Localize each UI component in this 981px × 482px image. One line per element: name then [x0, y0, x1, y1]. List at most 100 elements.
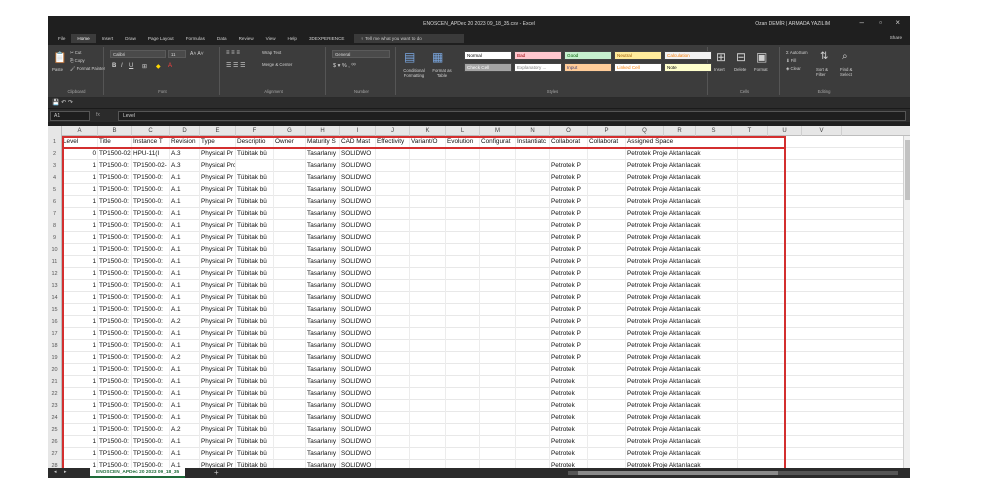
- table-cell[interactable]: [410, 412, 446, 424]
- column-header-u[interactable]: U: [768, 126, 802, 136]
- table-cell[interactable]: Tasarlanıy: [306, 220, 340, 232]
- cell-style-calculation[interactable]: Calculation: [664, 51, 712, 60]
- table-cell[interactable]: A.1: [170, 184, 200, 196]
- table-cell[interactable]: TP1500-0:: [98, 364, 132, 376]
- table-cell[interactable]: A.1: [170, 460, 200, 468]
- table-cell[interactable]: SOLIDWO: [340, 220, 376, 232]
- table-cell[interactable]: Physical Pr: [200, 328, 236, 340]
- table-cell[interactable]: [446, 220, 480, 232]
- table-cell[interactable]: TP1500-0:: [132, 292, 170, 304]
- column-header-p[interactable]: P: [588, 126, 626, 136]
- tab-3dexperience[interactable]: 3DEXPERIENCE: [303, 34, 351, 43]
- table-cell[interactable]: [480, 412, 516, 424]
- table-cell[interactable]: [274, 424, 306, 436]
- table-cell[interactable]: SOLIDWO: [340, 400, 376, 412]
- table-cell[interactable]: [588, 160, 626, 172]
- format-cells-icon[interactable]: ▣: [756, 50, 767, 64]
- table-cell[interactable]: TP1500-0:: [132, 268, 170, 280]
- table-cell[interactable]: Petrotek Proje Aktarılacak: [626, 316, 738, 328]
- table-cell[interactable]: SOLIDWO: [340, 196, 376, 208]
- table-cell[interactable]: [274, 208, 306, 220]
- insert-cells-button[interactable]: Insert: [714, 67, 725, 72]
- row-header[interactable]: 25: [48, 424, 62, 436]
- table-cell[interactable]: Physical Pr: [200, 208, 236, 220]
- table-cell[interactable]: TP1500-0:: [132, 244, 170, 256]
- table-cell[interactable]: Petrotek Proje Aktarılacak: [626, 280, 738, 292]
- cell-style-note[interactable]: Note: [664, 63, 712, 72]
- table-cell[interactable]: A.1: [170, 208, 200, 220]
- table-cell[interactable]: Petrotek Proje Aktarılacak: [626, 244, 738, 256]
- row-header[interactable]: 14: [48, 292, 62, 304]
- table-cell[interactable]: Physical Pr: [200, 352, 236, 364]
- table-cell[interactable]: [480, 424, 516, 436]
- table-cell[interactable]: [480, 376, 516, 388]
- table-cell[interactable]: [516, 184, 550, 196]
- table-cell[interactable]: Tübitak bü: [236, 292, 274, 304]
- table-cell[interactable]: A.1: [170, 220, 200, 232]
- table-cell[interactable]: Petrotek Proje Aktarılacak: [626, 304, 738, 316]
- table-cell[interactable]: Tasarlanıy: [306, 448, 340, 460]
- fx-icon[interactable]: fx: [96, 112, 100, 118]
- header-cell[interactable]: Descriptio: [236, 136, 274, 148]
- table-cell[interactable]: [376, 304, 410, 316]
- table-cell[interactable]: [588, 280, 626, 292]
- table-cell[interactable]: [410, 388, 446, 400]
- table-cell[interactable]: [588, 304, 626, 316]
- horizontal-scrollbar[interactable]: [568, 471, 898, 475]
- table-cell[interactable]: Physical Pr: [200, 448, 236, 460]
- table-cell[interactable]: [550, 148, 588, 160]
- row-header[interactable]: 3: [48, 160, 62, 172]
- search-icon[interactable]: ⌕: [842, 51, 848, 62]
- table-cell[interactable]: [410, 340, 446, 352]
- table-cell[interactable]: 1: [62, 328, 98, 340]
- table-cell[interactable]: SOLIDWO: [340, 292, 376, 304]
- header-cell[interactable]: Owner: [274, 136, 306, 148]
- table-cell[interactable]: 1: [62, 316, 98, 328]
- table-cell[interactable]: [410, 400, 446, 412]
- table-cell[interactable]: [588, 244, 626, 256]
- table-cell[interactable]: [588, 436, 626, 448]
- table-cell[interactable]: [516, 424, 550, 436]
- table-cell[interactable]: TP1500-0:: [98, 388, 132, 400]
- table-cell[interactable]: Physical Pr: [200, 232, 236, 244]
- table-cell[interactable]: Petrotek P: [550, 232, 588, 244]
- table-cell[interactable]: 1: [62, 304, 98, 316]
- table-cell[interactable]: A.2: [170, 316, 200, 328]
- table-cell[interactable]: [446, 316, 480, 328]
- table-cell[interactable]: 1: [62, 460, 98, 468]
- table-cell[interactable]: [480, 460, 516, 468]
- table-cell[interactable]: Tasarlanıy: [306, 460, 340, 468]
- table-cell[interactable]: TP1500-0:: [132, 208, 170, 220]
- table-cell[interactable]: [516, 460, 550, 468]
- table-cell[interactable]: [516, 304, 550, 316]
- table-cell[interactable]: Petrotek Proje Aktarılacak: [626, 424, 738, 436]
- row-header[interactable]: 28: [48, 460, 62, 468]
- cell-style-normal[interactable]: Normal: [464, 51, 512, 60]
- table-cell[interactable]: SOLIDWO: [340, 424, 376, 436]
- table-cell[interactable]: [480, 172, 516, 184]
- table-cell[interactable]: [410, 256, 446, 268]
- table-cell[interactable]: [376, 448, 410, 460]
- column-header-v[interactable]: V: [802, 126, 842, 136]
- table-cell[interactable]: A.1: [170, 292, 200, 304]
- bold-button[interactable]: B: [112, 63, 116, 69]
- table-cell[interactable]: Physical Pr: [200, 376, 236, 388]
- cell-style-good[interactable]: Good: [564, 51, 612, 60]
- table-cell[interactable]: [376, 244, 410, 256]
- table-cell[interactable]: [410, 460, 446, 468]
- table-cell[interactable]: Petrotek P: [550, 292, 588, 304]
- table-cell[interactable]: Tasarlanıy: [306, 292, 340, 304]
- table-cell[interactable]: TP1500-0:: [98, 232, 132, 244]
- table-cell[interactable]: TP1500-0:: [98, 412, 132, 424]
- table-cell[interactable]: [274, 244, 306, 256]
- table-cell[interactable]: A.1: [170, 412, 200, 424]
- paste-button[interactable]: Paste: [52, 67, 63, 72]
- header-cell[interactable]: Collaborat: [588, 136, 626, 148]
- table-cell[interactable]: TP1500-0:: [132, 436, 170, 448]
- table-cell[interactable]: Petrotek Proje Aktarılacak: [626, 148, 738, 160]
- fill-button[interactable]: ⬇ Fill: [786, 58, 796, 64]
- table-cell[interactable]: SOLIDWO: [340, 148, 376, 160]
- column-header-k[interactable]: K: [410, 126, 446, 136]
- table-cell[interactable]: TP1500-0:: [98, 292, 132, 304]
- table-cell[interactable]: A.1: [170, 232, 200, 244]
